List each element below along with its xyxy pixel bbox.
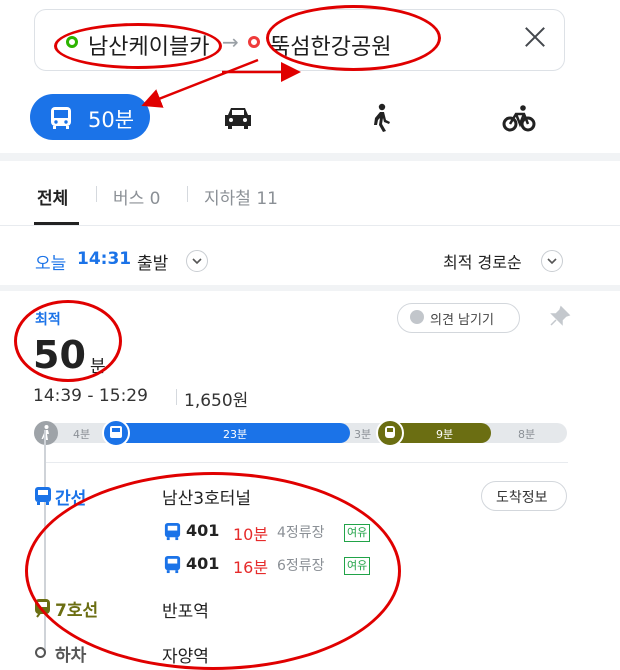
exit-dot-icon xyxy=(35,647,46,658)
pin-icon[interactable] xyxy=(549,305,571,327)
segment-walk-2: 3분 xyxy=(354,428,372,441)
feedback-label[interactable]: 의견 남기기 xyxy=(430,309,494,328)
smile-icon xyxy=(410,310,424,324)
segment-walk-1: 4분 xyxy=(73,428,91,441)
annotation-arrows xyxy=(141,58,301,108)
arrival-info-label[interactable]: 도착정보 xyxy=(496,487,548,507)
segment-bus: 23분 xyxy=(223,428,248,441)
departure-today[interactable]: 오늘 xyxy=(35,249,66,274)
fare: 1,650원 xyxy=(184,391,249,411)
segment-walk-3: 8분 xyxy=(518,428,536,441)
bus-step-icon xyxy=(35,487,51,505)
sort-dropdown-icon[interactable] xyxy=(541,250,563,272)
steps-divider xyxy=(46,462,568,463)
tabs-divider xyxy=(0,225,620,226)
sort-label[interactable]: 최적 경로순 xyxy=(443,249,522,273)
departure-time[interactable]: 14:31 xyxy=(77,249,131,269)
sort-divider xyxy=(0,285,620,291)
walk-start-icon xyxy=(34,421,58,445)
fare-separator xyxy=(176,389,177,405)
segment-bus-icon xyxy=(102,419,130,447)
exit-label: 하차 xyxy=(55,646,87,666)
departure-dropdown-icon[interactable] xyxy=(186,250,208,272)
time-range: 14:39 - 15:29 xyxy=(33,386,148,406)
annotation-best-ellipse xyxy=(14,300,122,382)
annotation-steps-ellipse xyxy=(25,472,401,670)
segment-subway-icon xyxy=(376,419,404,447)
segment-subway: 9분 xyxy=(436,428,454,441)
departure-suffix[interactable]: 출발 xyxy=(137,249,168,274)
